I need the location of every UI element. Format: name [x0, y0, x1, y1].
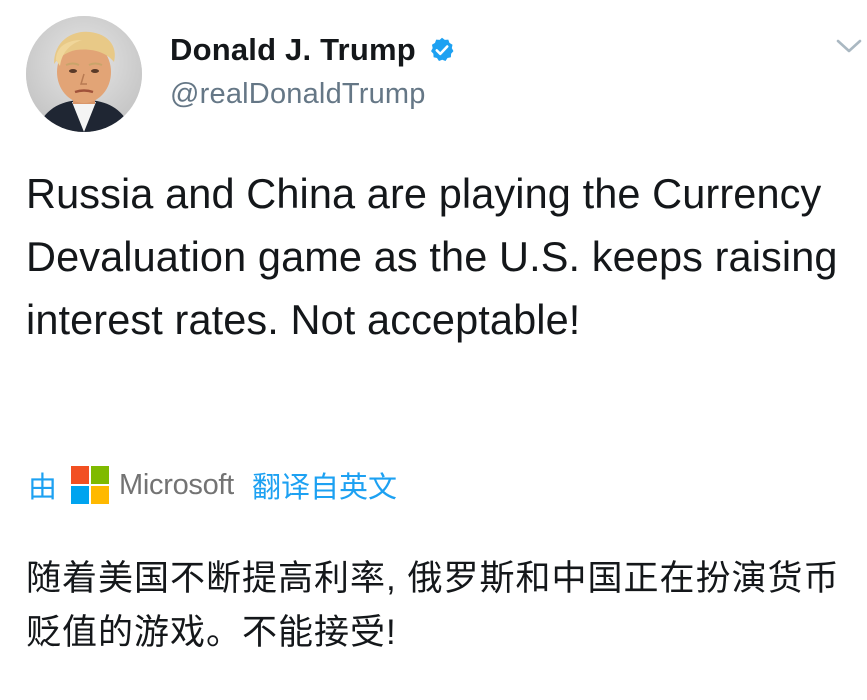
author-names: Donald J. Trump @realDonaldTrump	[170, 28, 456, 111]
author-display-name-row[interactable]: Donald J. Trump	[170, 28, 456, 72]
translated-tweet-text: 随着美国不断提高利率, 俄罗斯和中国正在扮演货币贬值的游戏。不能接受!	[26, 559, 840, 652]
tweet-menu-button[interactable]	[834, 36, 864, 56]
microsoft-logo-icon	[71, 466, 110, 504]
tweet-text: Russia and China are playing the Currenc…	[26, 170, 838, 343]
tweet-header: Donald J. Trump @realDonaldTrump	[26, 16, 862, 136]
avatar[interactable]	[26, 16, 142, 132]
translation-provider: Microsoft	[119, 468, 234, 501]
author-display-name[interactable]: Donald J. Trump	[170, 32, 416, 68]
author-handle[interactable]: @realDonaldTrump	[170, 78, 456, 111]
chevron-down-icon	[836, 39, 862, 53]
profile-photo-icon	[26, 16, 142, 132]
translated-from-english-link[interactable]: 翻译自英文	[252, 464, 397, 506]
verified-badge-icon	[428, 36, 456, 64]
translation-attribution: 由 Microsoft 翻译自英文	[28, 463, 397, 507]
tweet-card: Donald J. Trump @realDonaldTrump Russia …	[0, 0, 867, 700]
translation-by-label: 由	[28, 472, 58, 504]
